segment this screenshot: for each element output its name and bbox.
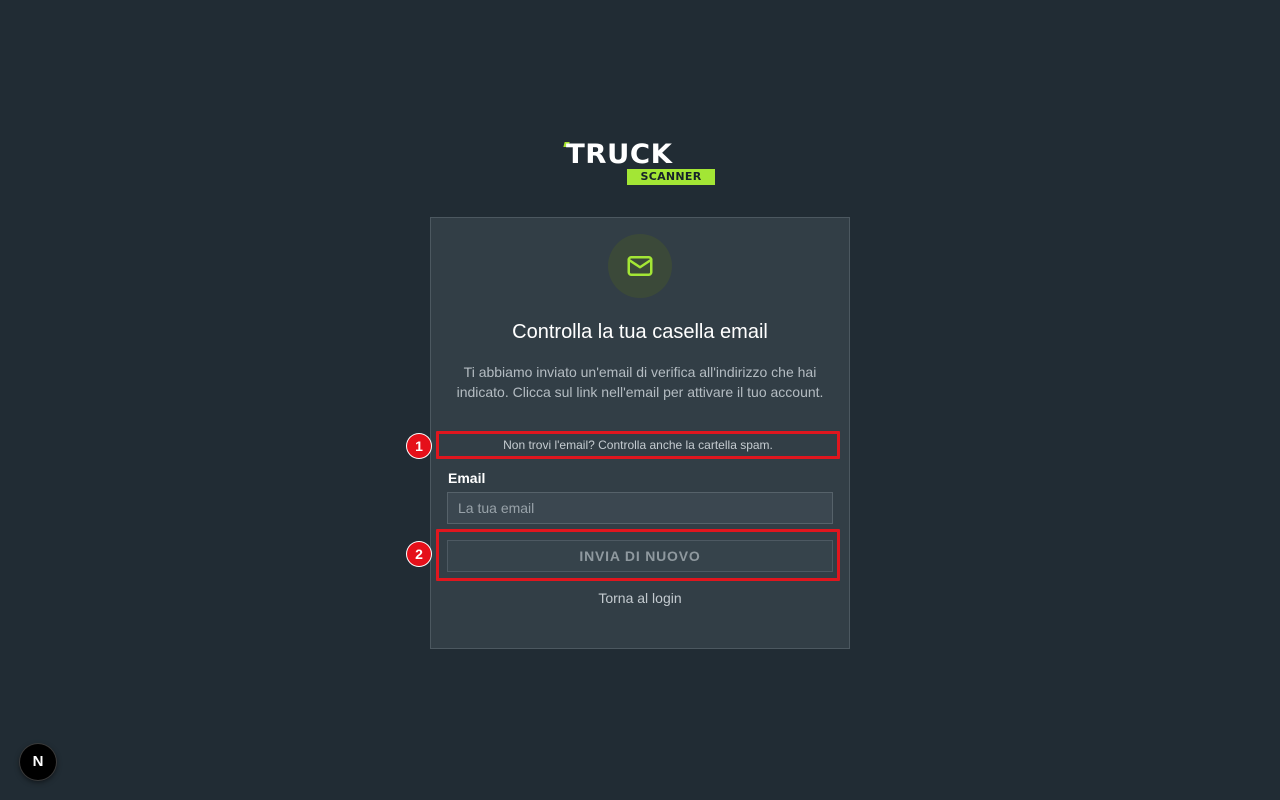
page-title: Controlla la tua casella email: [512, 321, 768, 343]
spam-hint-highlight: Non trovi l'email? Controlla anche la ca…: [436, 431, 840, 459]
annotation-marker-2: 2: [407, 542, 431, 566]
nextjs-dev-tools-button[interactable]: N: [20, 744, 56, 780]
logo-wordmark: TRUCK: [566, 139, 673, 170]
mail-icon: [627, 256, 653, 276]
page: TRUCK SCANNER Controlla la tua casella e…: [0, 0, 1280, 800]
back-to-login-link[interactable]: Torna al login: [431, 589, 849, 607]
verification-description: Ti abbiamo inviato un'email di verifica …: [456, 364, 824, 400]
email-label: Email: [448, 470, 486, 486]
logo-subtitle: SCANNER: [627, 169, 715, 185]
verify-email-card: Controlla la tua casella email Ti abbiam…: [430, 217, 850, 649]
resend-button[interactable]: INVIA DI NUOVO: [447, 540, 833, 572]
mail-icon-container: [608, 234, 672, 298]
truck-scanner-logo: TRUCK SCANNER: [563, 139, 716, 187]
resend-highlight: INVIA DI NUOVO: [436, 529, 840, 581]
email-input[interactable]: [447, 492, 833, 524]
spam-hint: Non trovi l'email? Controlla anche la ca…: [503, 438, 773, 452]
annotation-marker-1: 1: [407, 434, 431, 458]
